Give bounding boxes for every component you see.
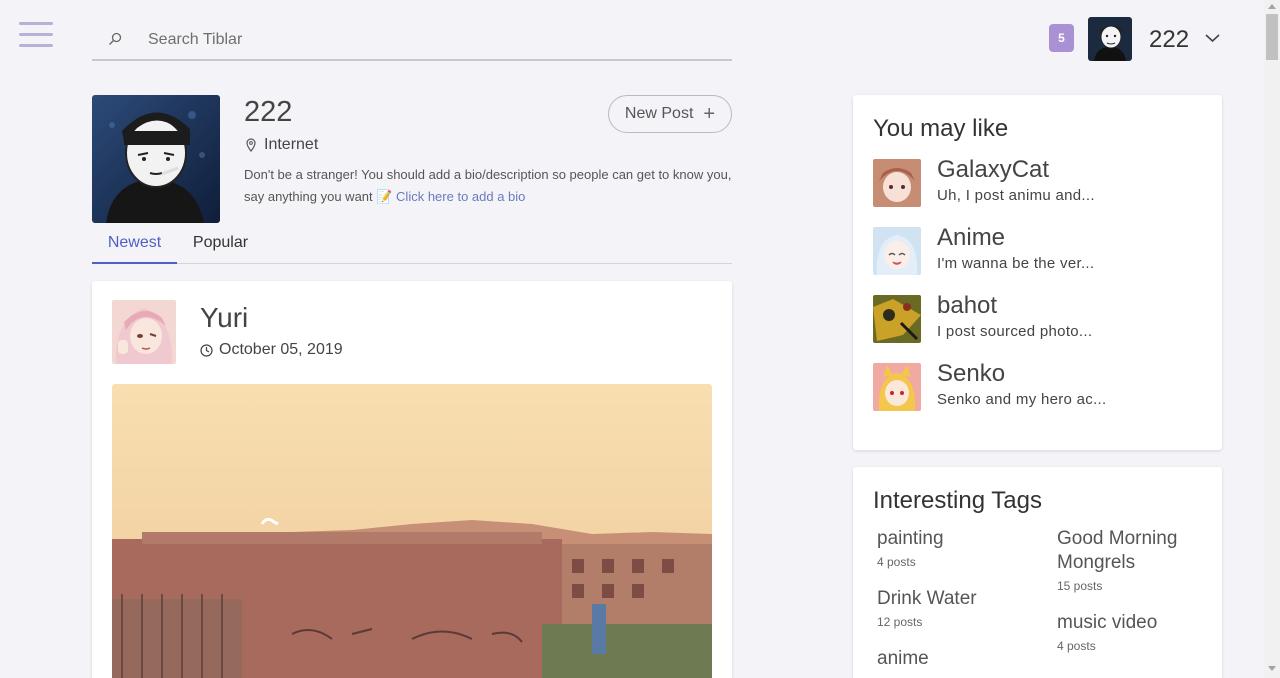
suggestion-desc: I'm wanna be the ver... — [937, 255, 1095, 272]
add-bio-link[interactable]: Click here to add a bio — [396, 189, 525, 204]
tab-newest[interactable]: Newest — [92, 224, 177, 264]
suggestion-item[interactable]: GalaxyCat Uh, I post animu and... — [873, 156, 1203, 209]
tag-item[interactable]: painting 4 posts — [877, 527, 1037, 569]
post-image[interactable] — [112, 384, 712, 678]
tag-name[interactable]: music video — [1057, 611, 1217, 635]
suggestion-name[interactable]: Senko — [937, 360, 1005, 388]
tag-item[interactable]: Good Morning Mongrels 15 posts — [1057, 527, 1217, 593]
menu-bar — [19, 22, 53, 25]
suggestion-desc: I post sourced photo... — [937, 323, 1093, 340]
suggestion-avatar[interactable] — [873, 363, 921, 411]
tag-item[interactable]: anime — [877, 647, 1037, 675]
suggestion-desc: Senko and my hero ac... — [937, 391, 1107, 408]
scrollbar[interactable] — [1264, 0, 1280, 678]
suggestion-name[interactable]: Anime — [937, 224, 1005, 252]
chevron-down-icon[interactable] — [1205, 33, 1220, 43]
notification-badge[interactable]: 5 — [1049, 24, 1074, 52]
tag-name[interactable]: painting — [877, 527, 1037, 551]
suggestion-avatar[interactable] — [873, 159, 921, 207]
user-avatar[interactable] — [1088, 17, 1132, 61]
suggestion-item[interactable]: Anime I'm wanna be the ver... — [873, 224, 1203, 277]
menu-bar — [19, 44, 53, 47]
tag-item[interactable]: music video 4 posts — [1057, 611, 1217, 653]
menu-bar — [19, 33, 53, 36]
suggestions-card: You may like GalaxyCat Uh, I post animu … — [853, 95, 1222, 450]
tag-item[interactable]: Drink Water 12 posts — [877, 587, 1037, 629]
suggestion-avatar[interactable] — [873, 227, 921, 275]
suggestion-name[interactable]: bahot — [937, 292, 997, 320]
suggestion-avatar[interactable] — [873, 295, 921, 343]
post-author-name[interactable]: Yuri — [200, 302, 248, 334]
profile-bio: Don't be a stranger! You should add a bi… — [244, 164, 734, 208]
plus-icon: + — [703, 102, 716, 125]
tags-card: Interesting Tags painting 4 posts Good M… — [853, 467, 1222, 678]
search-input[interactable] — [148, 28, 708, 52]
location-pin-icon — [246, 138, 256, 152]
post-date-text: October 05, 2019 — [219, 341, 343, 358]
feed-tabs: Newest Popular — [92, 224, 732, 264]
location-text: Internet — [264, 136, 319, 153]
scroll-up-arrow[interactable] — [1268, 4, 1276, 9]
clock-icon — [200, 343, 213, 357]
tag-count: 4 posts — [877, 555, 916, 569]
suggestion-item[interactable]: bahot I post sourced photo... — [873, 292, 1203, 345]
tag-count: 15 posts — [1057, 579, 1103, 593]
suggestion-desc: Uh, I post animu and... — [937, 187, 1095, 204]
tag-count: 12 posts — [877, 615, 923, 629]
tags-title: Interesting Tags — [873, 487, 1042, 514]
search-icon — [109, 32, 122, 45]
tag-name[interactable]: anime — [877, 647, 1037, 671]
post-card: Yuri October 05, 2019 — [92, 281, 732, 678]
tag-count: 4 posts — [1057, 639, 1096, 653]
search-bar[interactable] — [92, 20, 732, 61]
profile-name: 222 — [244, 96, 293, 128]
suggestion-item[interactable]: Senko Senko and my hero ac... — [873, 360, 1203, 413]
post-date: October 05, 2019 — [200, 341, 343, 359]
suggestions-title: You may like — [873, 115, 1009, 142]
username-label[interactable]: 222 — [1149, 26, 1189, 54]
menu-button[interactable] — [19, 22, 53, 48]
post-author-avatar[interactable] — [112, 300, 176, 364]
new-post-button[interactable]: New Post + — [608, 95, 732, 133]
tag-name[interactable]: Good Morning Mongrels — [1057, 527, 1217, 575]
tag-name[interactable]: Drink Water — [877, 587, 1037, 611]
profile-location: Internet — [246, 136, 318, 154]
suggestion-name[interactable]: GalaxyCat — [937, 156, 1049, 184]
scroll-thumb[interactable] — [1266, 14, 1278, 60]
new-post-label: New Post — [624, 105, 694, 122]
profile-avatar[interactable] — [92, 95, 220, 223]
scroll-down-arrow[interactable] — [1268, 666, 1276, 671]
tab-popular[interactable]: Popular — [182, 224, 259, 264]
